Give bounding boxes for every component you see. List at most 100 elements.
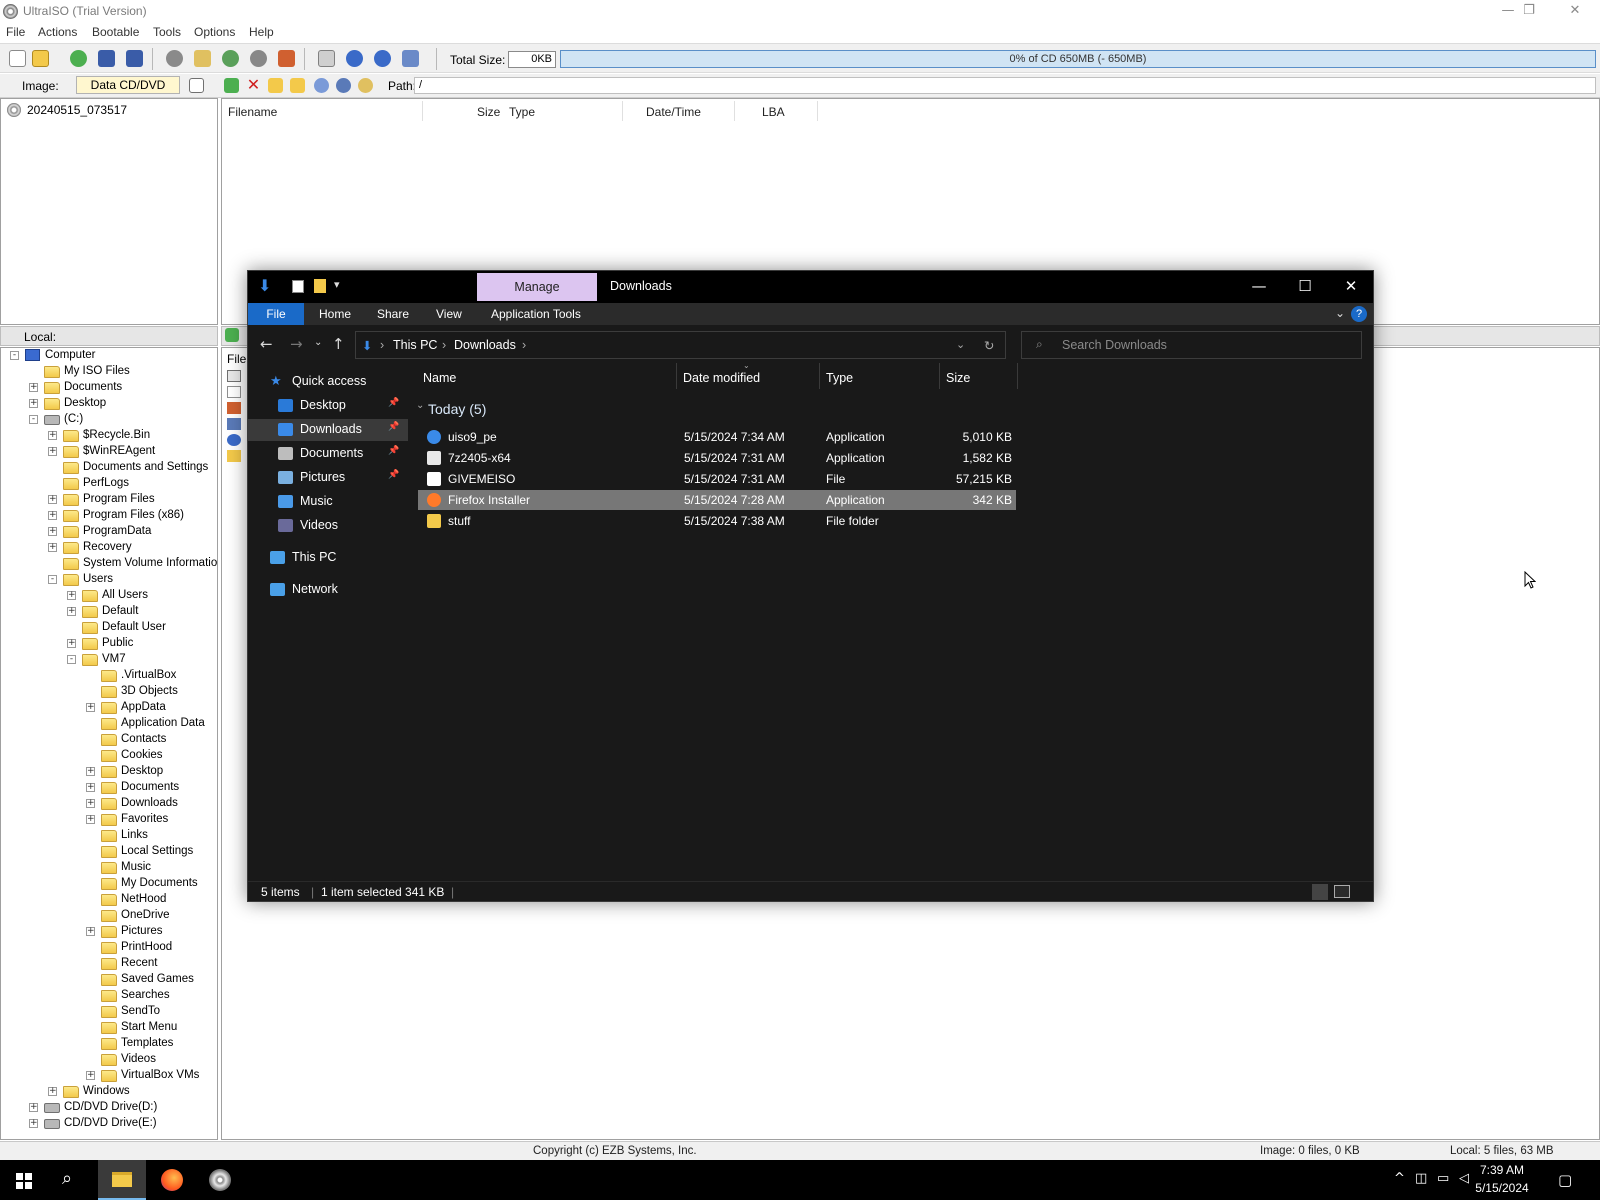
save-icon[interactable] [98,50,115,67]
settings-icon[interactable] [314,78,329,93]
group-collapse-icon[interactable]: ⌄ [416,400,424,411]
help-icon[interactable]: ? [1351,306,1367,322]
menu-actions[interactable]: Actions [38,25,77,39]
local-tree-node[interactable]: + Pictures [1,924,217,940]
nav-item-quick-access[interactable]: ★ Quick access [248,371,408,393]
mount-icon[interactable] [222,50,239,67]
capacity-bar[interactable]: 0% of CD 650MB (- 650MB) [560,50,1596,68]
local-tree-node[interactable]: + AppData [1,700,217,716]
local-tree-node[interactable]: My Documents [1,876,217,892]
local-tree-node[interactable]: + ProgramData [1,524,217,540]
local-up-icon[interactable] [225,328,239,342]
local-tree-node[interactable]: PerfLogs [1,476,217,492]
restore-button[interactable]: ❐ [1506,0,1552,22]
rename-icon[interactable] [290,78,305,93]
file-row[interactable]: 7z2405-x64 5/15/2024 7:31 AM Application 1,… [418,448,1016,468]
save-as-icon[interactable] [126,50,143,67]
local-tree-node[interactable]: + Recovery [1,540,217,556]
expand-icon[interactable]: + [48,431,57,440]
local-tree-node[interactable]: + Default [1,604,217,620]
taskbar-firefox[interactable] [148,1160,196,1200]
gear-icon[interactable] [336,78,351,93]
collapse-icon[interactable]: - [29,415,38,424]
back-arrow-icon[interactable]: ← [260,335,273,353]
nav-item-videos[interactable]: Videos [248,515,408,537]
col-name[interactable]: Name [423,371,456,385]
open-icon[interactable] [32,50,49,67]
volume-muted-icon[interactable]: ◁ [1459,1171,1469,1186]
local-tree-node[interactable]: + Windows [1,1084,217,1100]
clock-time[interactable]: 7:39 AM [1472,1163,1532,1177]
local-tree-node[interactable]: + $WinREAgent [1,444,217,460]
expand-icon[interactable]: + [48,543,57,552]
col-filename[interactable]: Filename [228,105,277,119]
local-tree-node[interactable]: + $Recycle.Bin [1,428,217,444]
col-size[interactable]: Size [946,371,970,385]
local-tree-node[interactable]: Cookies [1,748,217,764]
file-row[interactable]: stuff 5/15/2024 7:38 AM File folder [418,511,1016,531]
new-folder-icon[interactable] [314,279,326,293]
local-tree-node[interactable]: Local Settings [1,844,217,860]
notification-icon[interactable]: ▢ [1558,1171,1572,1189]
manage-tab[interactable]: Manage [477,273,597,301]
file-row[interactable]: uiso9_pe 5/15/2024 7:34 AM Application 5,01… [418,427,1016,447]
local-tree-node[interactable]: Contacts [1,732,217,748]
expand-icon[interactable]: + [48,1087,57,1096]
expand-icon[interactable]: + [29,399,38,408]
expand-icon[interactable]: + [86,799,95,808]
nav-item-music[interactable]: Music [248,491,408,513]
local-tree-node[interactable]: + CD/DVD Drive(D:) [1,1100,217,1116]
network-icon[interactable]: ▭ [1437,1171,1449,1186]
nav-item-network[interactable]: Network [248,579,408,601]
clock-date[interactable]: 5/15/2024 [1472,1181,1532,1195]
local-tree-node[interactable]: Saved Games [1,972,217,988]
expand-ribbon-icon[interactable]: ⌄ [1335,306,1345,320]
local-tree-node[interactable]: Default User [1,620,217,636]
tray-meet-icon[interactable]: ◫ [1415,1171,1427,1186]
local-tree-node[interactable]: Videos [1,1052,217,1068]
local-tree-node[interactable]: + Program Files [1,492,217,508]
local-tree-node[interactable]: + VirtualBox VMs [1,1068,217,1084]
local-tree-node[interactable]: + Desktop [1,396,217,412]
expand-icon[interactable]: + [29,1119,38,1128]
menu-file[interactable]: File [6,25,25,39]
nav-item-documents[interactable]: Documents 📌 [248,443,408,465]
breadcrumb-this-pc[interactable]: This PC [393,338,437,352]
qat-dropdown-icon[interactable]: ▾ [334,278,340,291]
expand-icon[interactable]: + [67,639,76,648]
recent-locations-icon[interactable]: ⌄ [314,337,322,348]
col-type[interactable]: Type [826,371,853,385]
expand-icon[interactable]: + [86,767,95,776]
local-tree-node[interactable]: Recent [1,956,217,972]
expand-icon[interactable]: + [48,527,57,536]
burn-icon[interactable] [250,50,267,67]
delete-icon[interactable]: ✕ [246,77,261,93]
ribbon-tab-application-tools[interactable]: Application Tools [491,307,581,321]
expand-icon[interactable]: + [48,511,57,520]
close-button[interactable]: ✕ [1552,0,1598,22]
up-arrow-icon[interactable]: ↑ [332,335,345,353]
expand-icon[interactable]: + [86,1071,95,1080]
explorer-maximize-button[interactable]: ☐ [1282,271,1328,301]
iso-root-node[interactable]: 20240515_073517 [27,103,127,117]
properties-icon[interactable] [292,280,304,293]
taskbar-ultraiso[interactable] [196,1160,244,1200]
local-tree-node[interactable]: + All Users [1,588,217,604]
local-tree-node[interactable]: Searches [1,988,217,1004]
local-tree-node[interactable]: System Volume Information [1,556,217,572]
nav-item-pictures[interactable]: Pictures 📌 [248,467,408,489]
ribbon-tab-file[interactable]: File [248,303,304,325]
extract-icon[interactable] [166,50,183,67]
info-icon[interactable] [346,50,363,67]
explorer-close-button[interactable]: ✕ [1328,271,1374,301]
local-tree-node[interactable]: - Users [1,572,217,588]
expand-icon[interactable]: + [86,783,95,792]
menu-help[interactable]: Help [249,25,274,39]
expand-icon[interactable]: + [48,495,57,504]
col-datetime[interactable]: Date/Time [646,105,701,119]
menu-bootable[interactable]: Bootable [92,25,139,39]
refresh-icon[interactable]: ↻ [984,338,994,353]
local-tree-node[interactable]: + CD/DVD Drive(E:) [1,1116,217,1132]
nav-item-this-pc[interactable]: This PC [248,547,408,569]
nav-item-downloads[interactable]: Downloads 📌 [248,419,408,441]
